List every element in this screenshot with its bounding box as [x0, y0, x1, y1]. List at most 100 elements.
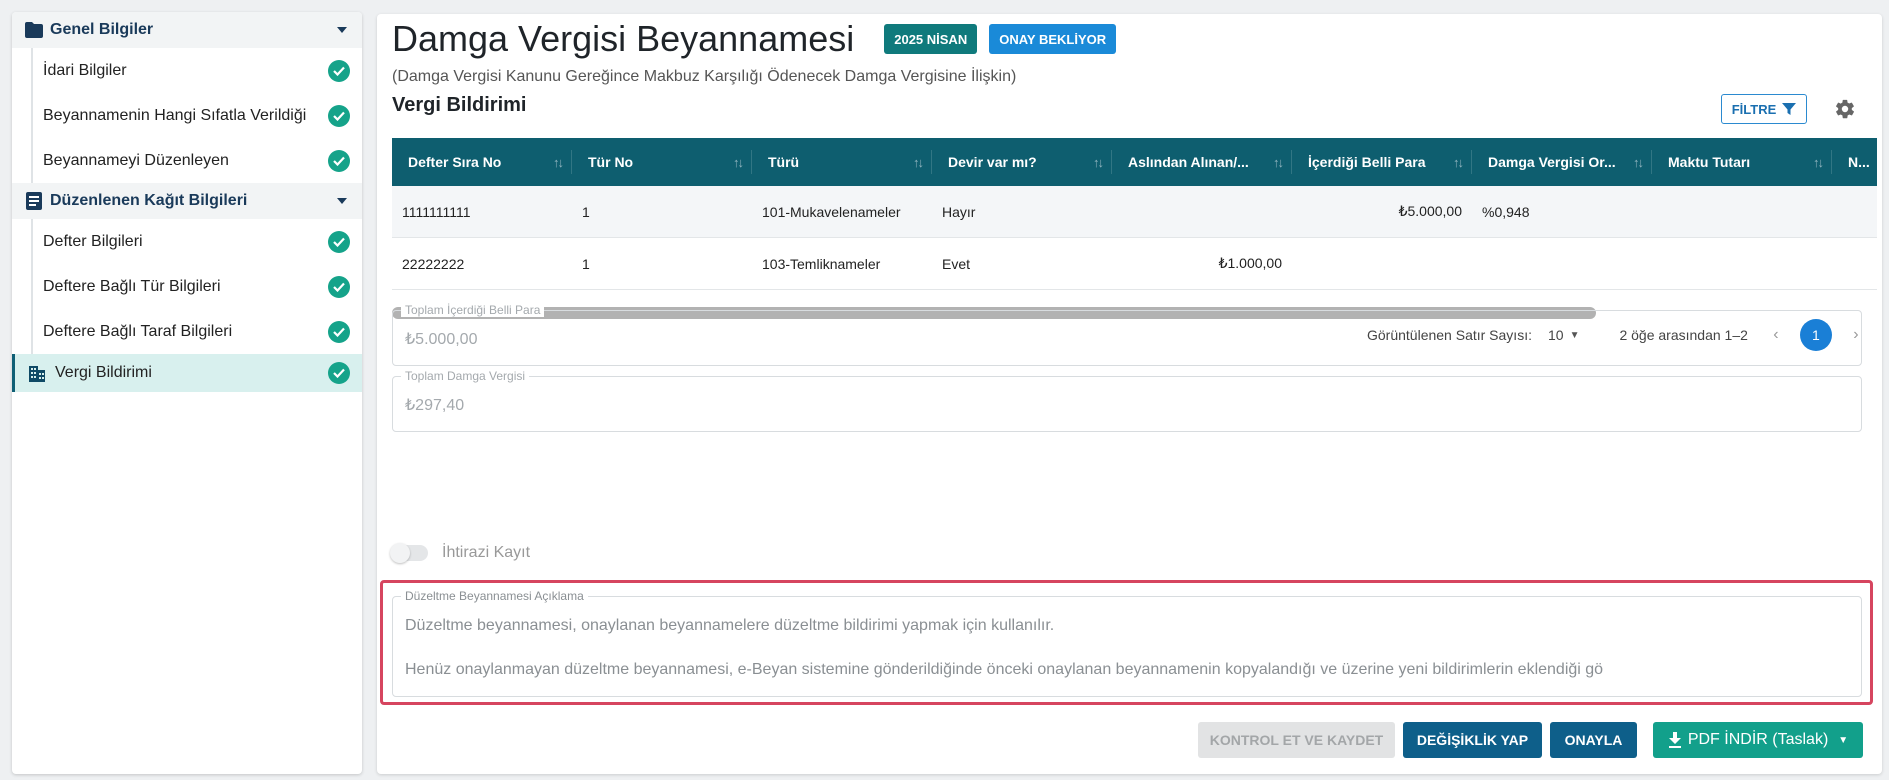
- table-cell: 101-Mukavelenameler: [762, 203, 901, 220]
- textarea-line: Düzeltme beyannamesi, onaylanan beyannam…: [405, 617, 1055, 634]
- chevron-down-icon[interactable]: [334, 22, 350, 38]
- section-title: Düzenlenen Kağıt Bilgileri: [50, 192, 248, 209]
- sidebar-item-tur-bilgileri[interactable]: Deftere Bağlı Tür Bilgileri: [12, 264, 362, 309]
- filter-button[interactable]: FİLTRE: [1721, 94, 1807, 124]
- field-value: ₺297,40: [405, 397, 465, 414]
- table-cell: [1652, 186, 1832, 237]
- download-icon: [1668, 732, 1682, 748]
- check-circle-icon: [328, 104, 350, 127]
- column-header[interactable]: Damga Vergisi Or... ↑↓: [1472, 138, 1652, 186]
- pdf-button-label: PDF İNDİR (Taslak): [1687, 731, 1829, 748]
- column-header[interactable]: İçerdiği Belli Para ↑↓: [1292, 138, 1472, 186]
- sub-list-kagit: Defter Bilgileri Deftere Bağlı Tür Bilgi…: [12, 219, 362, 354]
- sort-icon[interactable]: ↑↓: [913, 155, 924, 170]
- sidebar-item-label: Defter Bilgileri: [43, 232, 143, 250]
- page-title: Damga Vergisi Beyannamesi: [392, 18, 855, 59]
- table-cell: 1: [582, 255, 590, 272]
- gear-icon[interactable]: [1832, 96, 1858, 122]
- toggle-knob: [390, 543, 410, 563]
- sort-icon[interactable]: ↑↓: [1453, 155, 1464, 170]
- sort-icon[interactable]: ↑↓: [1093, 155, 1104, 170]
- pdf-download-button[interactable]: PDF İNDİR (Taslak) ▼: [1653, 722, 1863, 758]
- check-circle-icon: [328, 230, 350, 253]
- approve-button[interactable]: ONAYLA: [1550, 722, 1637, 758]
- column-header[interactable]: Türü ↑↓: [752, 138, 932, 186]
- table-row[interactable]: 1111111111 1 101-Mukavelenameler Hayır ₺…: [392, 186, 1877, 238]
- sort-icon[interactable]: ↑↓: [1813, 155, 1824, 170]
- sidebar-item-sifat[interactable]: Beyannamenin Hangi Sıfatla Verildiği: [12, 93, 362, 138]
- textarea-line: Henüz onaylanmayan düzeltme beyannamesi,…: [405, 661, 1604, 678]
- column-header[interactable]: Aslından Alınan/... ↑↓: [1112, 138, 1292, 186]
- title-row: Damga Vergisi Beyannamesi 2025 NİSAN ONA…: [392, 18, 1128, 60]
- sidebar-item-label: İdari Bilgiler: [43, 61, 127, 79]
- ihtirazi-kayit-row: İhtirazi Kayıt: [390, 543, 531, 563]
- table-cell: 22222222: [402, 255, 465, 272]
- column-header[interactable]: N...: [1832, 138, 1877, 186]
- table-cell: 1111111111: [402, 203, 471, 220]
- folder-icon: [24, 20, 44, 40]
- toggle-label: İhtirazi Kayıt: [442, 544, 531, 561]
- check-save-button[interactable]: KONTROL ET VE KAYDET: [1198, 722, 1395, 758]
- filter-button-label: FİLTRE: [1731, 101, 1777, 117]
- check-circle-icon: [328, 59, 350, 82]
- table-cell: [1652, 238, 1832, 289]
- sidebar-item-taraf-bilgileri[interactable]: Deftere Bağlı Taraf Bilgileri: [12, 309, 362, 354]
- caret-down-icon[interactable]: ▼: [1838, 735, 1848, 746]
- table-cell: [1292, 238, 1472, 289]
- period-badge: 2025 NİSAN: [884, 24, 978, 54]
- tax-table: Defter Sıra No ↑↓ Tür No ↑↓ Türü ↑↓ Devir v…: [392, 138, 1877, 324]
- table-header: Defter Sıra No ↑↓ Tür No ↑↓ Türü ↑↓ Devir v…: [392, 138, 1877, 186]
- column-header[interactable]: Tür No ↑↓: [572, 138, 752, 186]
- make-change-button[interactable]: DEĞİŞİKLİK YAP: [1403, 722, 1542, 758]
- sidebar-item-label: Beyannameyi Düzenleyen: [43, 151, 229, 169]
- column-header[interactable]: Maktu Tutarı ↑↓: [1652, 138, 1832, 186]
- sidebar-item-vergi-bildirimi[interactable]: Vergi Bildirimi: [12, 354, 362, 392]
- field-label: Düzeltme Beyannamesi Açıklama: [401, 589, 588, 603]
- sort-icon[interactable]: ↑↓: [1633, 155, 1644, 170]
- total-amount-field[interactable]: Toplam İçerdiği Belli Para ₺5.000,00: [392, 303, 1862, 366]
- sidebar-item-duzenleyen[interactable]: Beyannameyi Düzenleyen: [12, 138, 362, 183]
- sidebar-item-label: Vergi Bildirimi: [55, 364, 152, 381]
- total-tax-field[interactable]: Toplam Damga Vergisi ₺297,40: [392, 369, 1862, 432]
- chevron-down-icon[interactable]: [334, 193, 350, 209]
- sidebar-item-idari-bilgiler[interactable]: İdari Bilgiler: [12, 48, 362, 93]
- filter-icon: [1782, 103, 1797, 115]
- field-label: Toplam Damga Vergisi: [401, 369, 530, 383]
- table-cell: [1832, 238, 1877, 289]
- table-cell: [1112, 186, 1292, 237]
- action-bar: KONTROL ET VE KAYDET DEĞİŞİKLİK YAP ONAY…: [377, 722, 1882, 758]
- sort-icon[interactable]: ↑↓: [553, 155, 564, 170]
- sidebar-item-defter-bilgileri[interactable]: Defter Bilgileri: [12, 219, 362, 264]
- sidebar-item-label: Deftere Bağlı Tür Bilgileri: [43, 277, 221, 295]
- sidebar-nav: Genel Bilgiler İdari Bilgiler Beyannamen…: [12, 12, 362, 774]
- table-cell: %0,948: [1482, 203, 1530, 220]
- building-icon: [27, 363, 47, 383]
- table-cell: Evet: [942, 255, 971, 272]
- section-duzenlenen-kagit[interactable]: Düzenlenen Kağıt Bilgileri: [12, 183, 362, 219]
- table-cell: 1: [582, 203, 590, 220]
- table-row[interactable]: 22222222 1 103-Temliknameler Evet ₺1.000…: [392, 238, 1877, 290]
- sidebar-item-label: Deftere Bağlı Taraf Bilgileri: [43, 322, 233, 340]
- sort-icon[interactable]: ↑↓: [1273, 155, 1284, 170]
- check-circle-icon: [328, 149, 350, 172]
- table-cell: 103-Temliknameler: [762, 255, 881, 272]
- ihtirazi-kayit-toggle[interactable]: [390, 543, 428, 563]
- field-label: Toplam İçerdiği Belli Para: [401, 303, 545, 317]
- field-value: ₺5.000,00: [405, 331, 478, 348]
- table-cell: Hayır: [942, 203, 976, 220]
- section-genel-bilgiler[interactable]: Genel Bilgiler: [12, 12, 362, 48]
- correction-description-textarea[interactable]: Düzeltme Beyannamesi Açıklama Düzeltme b…: [392, 589, 1862, 697]
- table-cell: ₺5.000,00: [1398, 203, 1462, 219]
- table-cell: [1472, 238, 1652, 289]
- status-badge: ONAY BEKLİYOR: [989, 24, 1117, 54]
- main-panel: Damga Vergisi Beyannamesi 2025 NİSAN ONA…: [377, 14, 1882, 774]
- sort-icon[interactable]: ↑↓: [733, 155, 744, 170]
- check-circle-icon: [328, 320, 350, 343]
- section-title-vergi-bildirimi: Vergi Bildirimi: [392, 94, 527, 116]
- document-icon: [24, 191, 44, 211]
- column-header[interactable]: Devir var mı? ↑↓: [932, 138, 1112, 186]
- column-header[interactable]: Defter Sıra No ↑↓: [392, 138, 572, 186]
- table-cell: [1832, 186, 1877, 237]
- check-circle-icon: [328, 362, 350, 384]
- page-subtitle: (Damga Vergisi Kanunu Gereğince Makbuz K…: [392, 68, 1017, 85]
